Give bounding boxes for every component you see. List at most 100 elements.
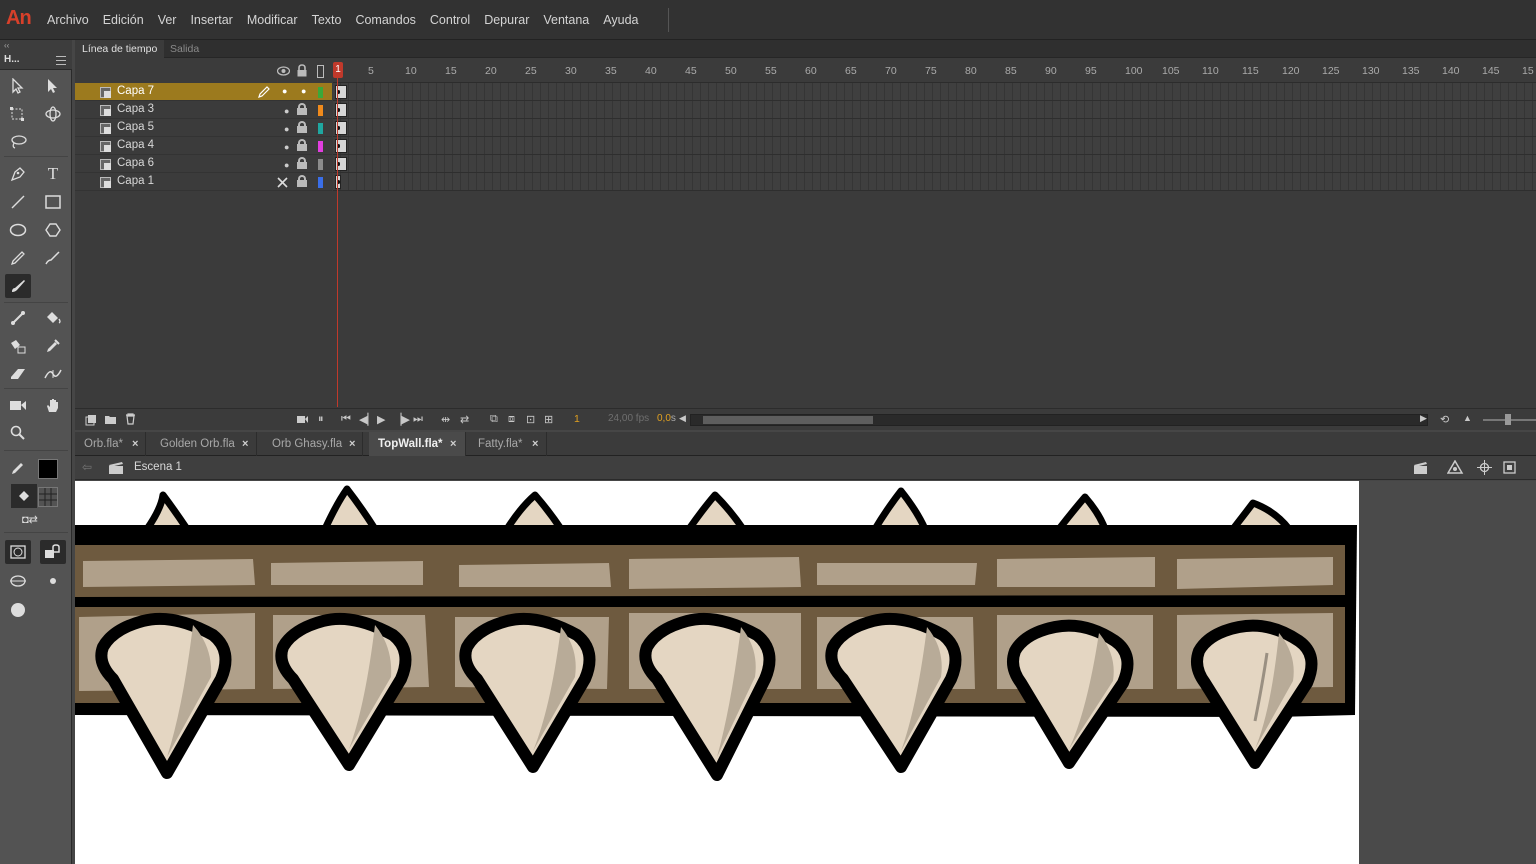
edit-multiple-icon[interactable]: ⊡ bbox=[526, 413, 535, 426]
menu-edicion[interactable]: Edición bbox=[96, 12, 151, 28]
layer-name[interactable]: Capa 3 bbox=[117, 103, 154, 115]
layer-row[interactable]: Capa 5 ● bbox=[75, 119, 332, 137]
zoom-small-icon[interactable]: ▲ bbox=[1463, 413, 1472, 423]
object-drawing-icon[interactable] bbox=[5, 540, 31, 564]
elapsed-time[interactable]: 0,0s bbox=[657, 413, 676, 424]
tools-tab[interactable]: H... bbox=[4, 54, 20, 65]
onion-outline-icon[interactable]: ⧈ bbox=[508, 413, 515, 426]
delete-layer-icon[interactable] bbox=[125, 413, 136, 425]
layer-row[interactable]: Capa 7 ● ● bbox=[75, 83, 332, 101]
close-icon[interactable]: × bbox=[132, 432, 138, 456]
go-first-icon[interactable]: ⏮ bbox=[341, 413, 351, 426]
frame-row[interactable] bbox=[333, 173, 1536, 191]
scroll-left-icon[interactable]: ◀ bbox=[679, 413, 686, 424]
visible-dot-icon[interactable]: ● bbox=[284, 160, 289, 170]
hand-tool-icon[interactable] bbox=[40, 393, 66, 417]
paint-brush-tool-icon[interactable] bbox=[40, 246, 66, 270]
rectangle-tool-icon[interactable] bbox=[40, 190, 66, 214]
center-frame-icon[interactable]: ⇹ bbox=[441, 413, 450, 426]
brush-shape-icon[interactable] bbox=[5, 598, 31, 622]
outline-all-layers-icon[interactable] bbox=[317, 65, 324, 78]
tab-timeline[interactable]: Línea de tiempo bbox=[75, 40, 165, 58]
swap-colors-icon[interactable]: ◘⇄ bbox=[22, 513, 38, 526]
show-all-layers-icon[interactable] bbox=[277, 66, 290, 76]
stroke-color-swatch[interactable] bbox=[38, 459, 58, 479]
pasteboard[interactable] bbox=[75, 481, 1536, 864]
doc-tab[interactable]: Fatty.fla* × bbox=[469, 432, 547, 456]
step-back-icon[interactable]: ◀▏ bbox=[359, 413, 376, 426]
step-forward-icon[interactable]: ▕▶ bbox=[393, 413, 410, 426]
timeline-scrollbar[interactable] bbox=[690, 414, 1428, 426]
frame-row[interactable] bbox=[333, 119, 1536, 137]
hidden-x-icon[interactable] bbox=[277, 177, 288, 188]
menu-texto[interactable]: Texto bbox=[305, 12, 349, 28]
camera-tool-icon[interactable] bbox=[5, 393, 31, 417]
layer-depth-icon[interactable]: ⏸ bbox=[318, 413, 324, 426]
layer-color-swatch[interactable] bbox=[318, 123, 323, 134]
center-stage-icon[interactable] bbox=[1477, 460, 1492, 475]
panel-menu-icon[interactable] bbox=[56, 56, 66, 65]
close-icon[interactable]: × bbox=[450, 432, 456, 456]
selection-tool-icon[interactable] bbox=[5, 74, 31, 98]
frame-rate[interactable]: 24,00 fps bbox=[608, 413, 649, 424]
menu-modificar[interactable]: Modificar bbox=[240, 12, 305, 28]
eraser-tool-icon[interactable] bbox=[5, 362, 31, 386]
close-icon[interactable]: × bbox=[242, 432, 248, 456]
stroke-color-icon[interactable] bbox=[5, 456, 31, 480]
clip-content-icon[interactable] bbox=[1502, 460, 1517, 475]
doc-tab-label[interactable]: Fatty.fla* bbox=[478, 438, 523, 450]
layer-color-swatch[interactable] bbox=[318, 105, 323, 116]
brush-tool-icon[interactable] bbox=[5, 274, 31, 298]
layer-name[interactable]: Capa 4 bbox=[117, 139, 154, 151]
pencil-tool-icon[interactable] bbox=[5, 246, 31, 270]
collapse-icon[interactable]: ‹‹ bbox=[0, 40, 72, 52]
zoom-slider-handle[interactable] bbox=[1505, 414, 1511, 425]
scene-name[interactable]: Escena 1 bbox=[134, 461, 182, 473]
loop-icon[interactable]: ⇄ bbox=[460, 413, 469, 426]
play-icon[interactable]: ▶ bbox=[377, 413, 385, 426]
tab-output[interactable]: Salida bbox=[163, 40, 206, 58]
lasso-tool-icon[interactable] bbox=[5, 130, 31, 154]
doc-tab[interactable]: Golden Orb.fla × bbox=[151, 432, 257, 456]
onion-markers-icon[interactable]: ⊞ bbox=[544, 413, 553, 426]
oval-tool-icon[interactable] bbox=[5, 218, 31, 242]
layer-row[interactable]: Capa 6 ● bbox=[75, 155, 332, 173]
lock-icon[interactable] bbox=[297, 121, 307, 133]
playhead-frame[interactable]: 1 bbox=[333, 62, 343, 78]
menu-ver[interactable]: Ver bbox=[151, 12, 184, 28]
eyedropper-tool-icon[interactable] bbox=[40, 334, 66, 358]
lock-fill-icon[interactable] bbox=[40, 540, 66, 564]
frame-row[interactable] bbox=[333, 137, 1536, 155]
3d-rotation-tool-icon[interactable] bbox=[40, 102, 66, 126]
sync-icon[interactable]: ⟲ bbox=[1440, 413, 1449, 426]
back-arrow-icon[interactable]: ⇦ bbox=[82, 460, 92, 474]
camera-icon[interactable] bbox=[296, 414, 309, 425]
lock-icon[interactable] bbox=[297, 175, 307, 187]
zoom-tool-icon[interactable] bbox=[5, 421, 31, 445]
stage-canvas[interactable] bbox=[75, 481, 1359, 864]
edit-symbol-icon[interactable] bbox=[1447, 460, 1465, 475]
scrollbar-thumb[interactable] bbox=[703, 416, 873, 424]
layer-color-swatch[interactable] bbox=[318, 177, 323, 188]
text-tool-icon[interactable]: T bbox=[40, 162, 66, 186]
lock-all-layers-icon[interactable] bbox=[297, 64, 307, 77]
current-frame[interactable]: 1 bbox=[574, 413, 580, 425]
playhead[interactable]: 1 bbox=[333, 62, 343, 407]
bone-tool-icon[interactable] bbox=[5, 306, 31, 330]
layer-color-swatch[interactable] bbox=[318, 87, 323, 98]
menu-ayuda[interactable]: Ayuda bbox=[596, 12, 645, 28]
free-transform-tool-icon[interactable] bbox=[5, 102, 31, 126]
frame-ruler[interactable]: 5 10 15 20 25 30 35 40 45 50 55 60 65 70… bbox=[333, 62, 1536, 83]
polystar-tool-icon[interactable] bbox=[40, 218, 66, 242]
ink-bottle-tool-icon[interactable] bbox=[5, 334, 31, 358]
lock-icon[interactable] bbox=[297, 157, 307, 169]
onion-skin-icon[interactable]: ⧉ bbox=[490, 413, 498, 426]
menu-control[interactable]: Control bbox=[423, 12, 477, 28]
close-icon[interactable]: × bbox=[532, 432, 538, 456]
line-tool-icon[interactable] bbox=[5, 190, 31, 214]
frame-row[interactable] bbox=[333, 83, 1536, 101]
doc-tab-active[interactable]: TopWall.fla* × bbox=[369, 432, 466, 456]
paint-bucket-tool-icon[interactable] bbox=[40, 306, 66, 330]
menu-insertar[interactable]: Insertar bbox=[183, 12, 239, 28]
layer-color-swatch[interactable] bbox=[318, 159, 323, 170]
